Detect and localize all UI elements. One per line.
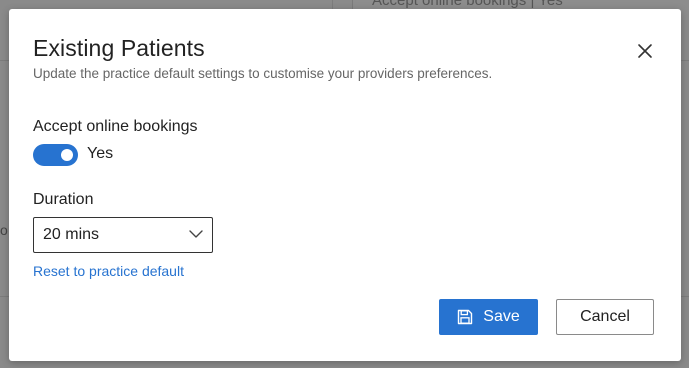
toggle-knob [61,149,73,161]
save-button-label: Save [483,308,520,325]
online-bookings-toggle[interactable] [33,144,78,166]
reset-to-default-link[interactable]: Reset to practice default [33,263,184,279]
cancel-button[interactable]: Cancel [556,299,654,335]
dialog-subtitle: Update the practice default settings to … [33,66,493,81]
duration-select[interactable]: 20 mins [33,217,213,253]
background-partial-text: Accept online bookings | Yes [372,0,563,9]
close-icon [635,41,655,61]
online-bookings-value: Yes [87,145,114,162]
cancel-button-label: Cancel [580,308,630,325]
duration-selected-value: 20 mins [43,226,100,243]
background-partial-text: o [0,222,8,238]
dialog-title: Existing Patients [33,35,205,61]
save-button[interactable]: Save [439,299,538,335]
save-icon [457,309,473,325]
chevron-down-icon [188,229,204,239]
close-button[interactable] [635,41,655,61]
existing-patients-dialog: Existing Patients Update the practice de… [9,9,681,361]
duration-label: Duration [33,191,94,208]
online-bookings-label: Accept online bookings [33,118,198,135]
